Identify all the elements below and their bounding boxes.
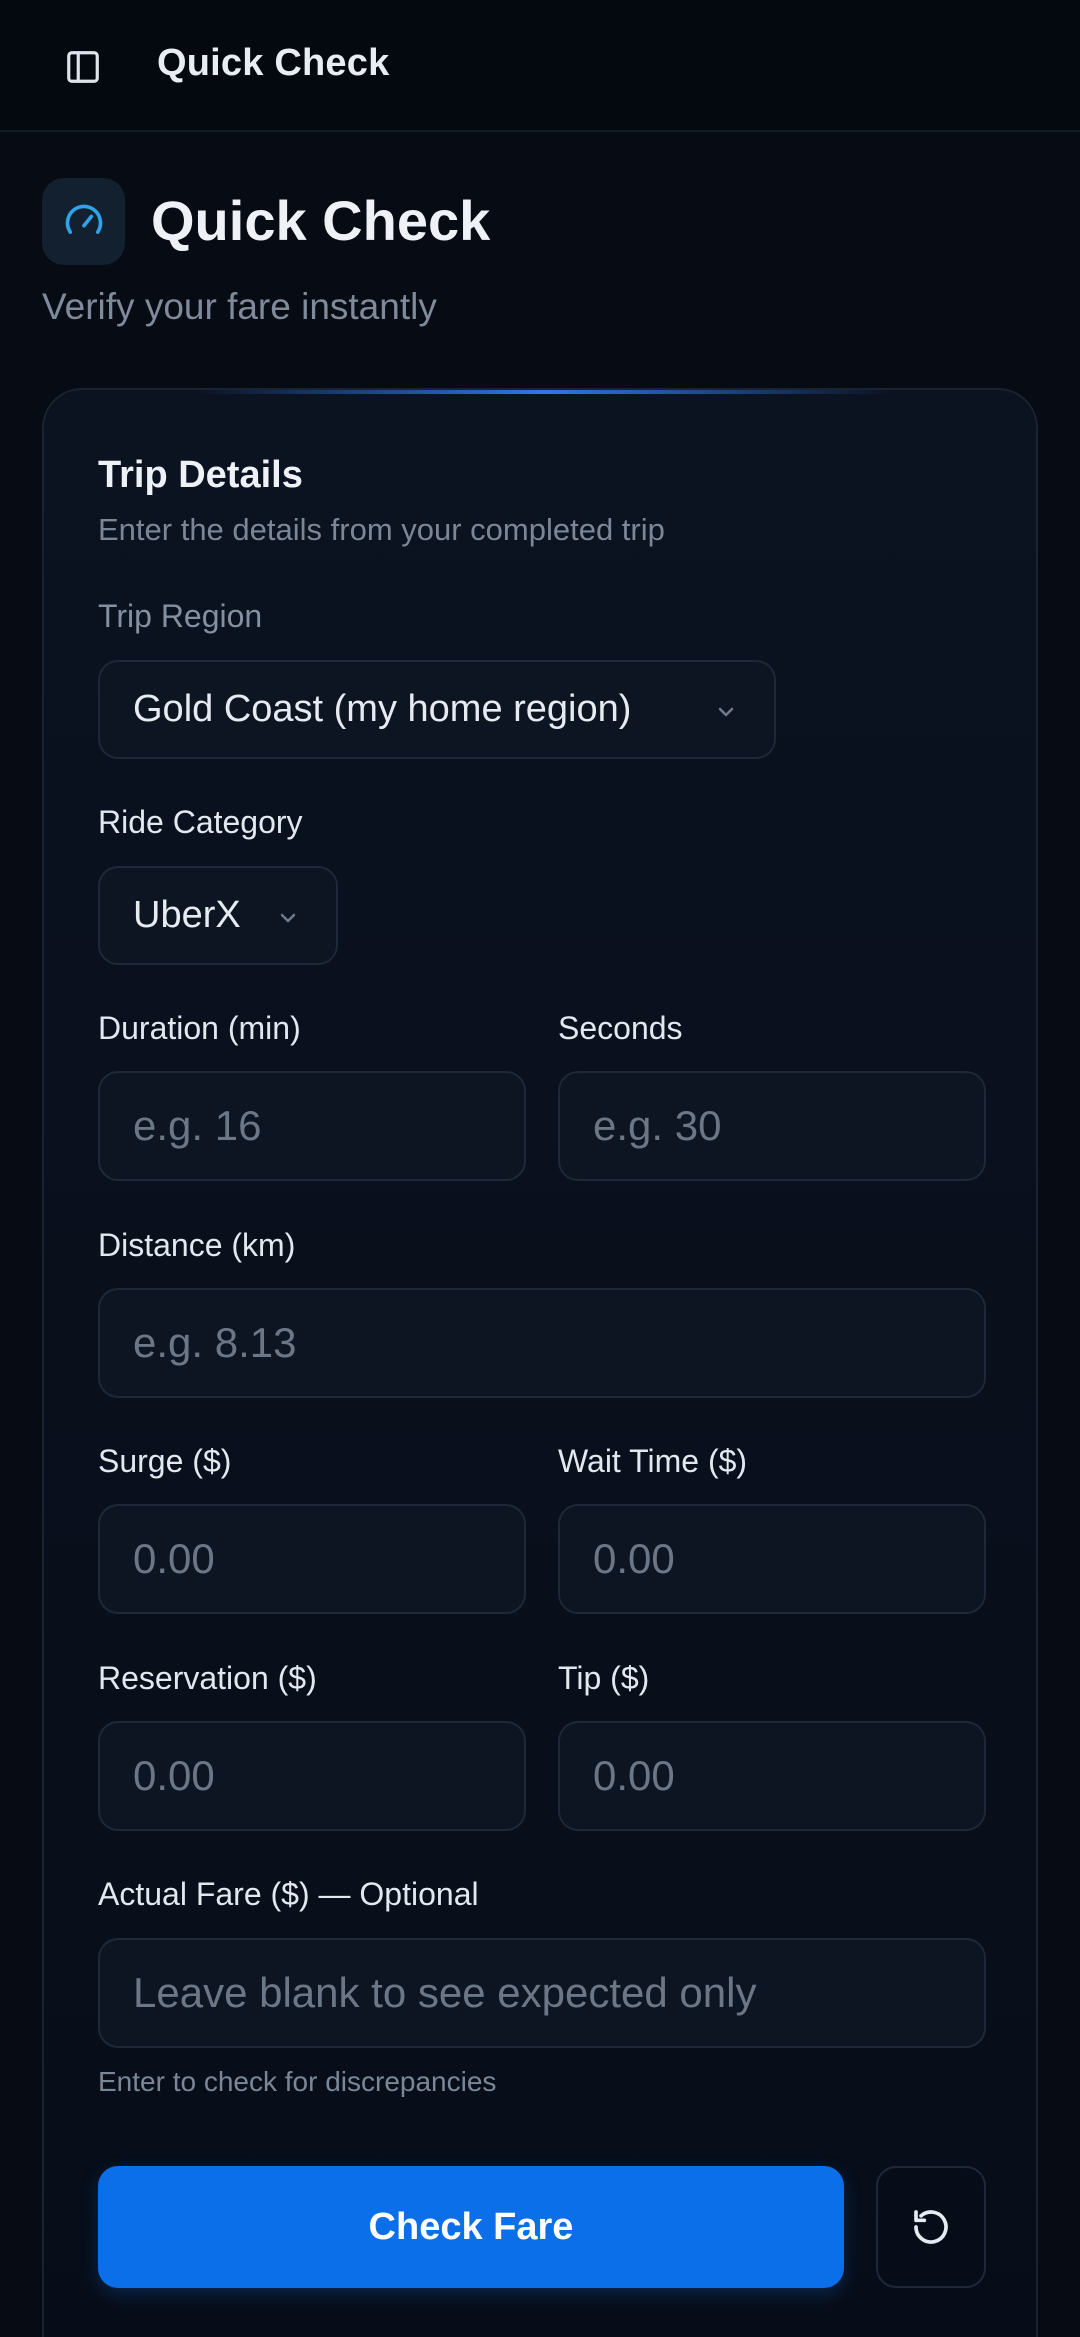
ride-category-label: Ride Category (98, 804, 303, 840)
ride-category-value: UberX (133, 894, 241, 936)
distance-input[interactable] (98, 1288, 986, 1398)
distance-label: Distance (km) (98, 1227, 296, 1263)
check-fare-button[interactable]: Check Fare (98, 2166, 844, 2288)
page: Quick Check Quick Check Verify your fare… (0, 0, 1080, 2337)
card-accent-glow (194, 390, 894, 394)
seconds-label: Seconds (558, 1010, 683, 1046)
trip-region-value: Gold Coast (my home region) (133, 688, 632, 730)
trip-details-card: Trip Details Enter the details from your… (42, 388, 1038, 2337)
sidebar-toggle-button[interactable] (60, 44, 106, 90)
wait-time-label: Wait Time ($) (558, 1443, 748, 1479)
reservation-label: Reservation ($) (98, 1660, 317, 1696)
ride-category-select[interactable]: UberX (98, 866, 338, 965)
reservation-input[interactable] (98, 1721, 526, 1831)
card-subtitle: Enter the details from your completed tr… (98, 512, 665, 547)
speedometer-icon (65, 204, 102, 234)
page-subtitle: Verify your fare instantly (42, 286, 437, 327)
tip-input[interactable] (558, 1721, 986, 1831)
actual-fare-input[interactable] (98, 1938, 986, 2048)
actual-fare-hint: Enter to check for discrepancies (98, 2066, 497, 2097)
header-icon-badge (42, 178, 125, 265)
duration-label: Duration (min) (98, 1010, 301, 1046)
sidebar-toggle-icon (67, 51, 99, 83)
wait-time-input[interactable] (558, 1504, 986, 1614)
top-bar: Quick Check (0, 0, 1080, 132)
trip-region-select[interactable]: Gold Coast (my home region) (98, 660, 776, 759)
actual-fare-label: Actual Fare ($) — Optional (98, 1876, 479, 1912)
trip-region-label: Trip Region (98, 598, 263, 634)
surge-input[interactable] (98, 1504, 526, 1614)
chevron-down-icon (718, 707, 734, 717)
page-title: Quick Check (151, 189, 491, 252)
tip-label: Tip ($) (558, 1660, 650, 1696)
surge-label: Surge ($) (98, 1443, 232, 1479)
seconds-input[interactable] (558, 1071, 986, 1181)
reset-button[interactable] (876, 2166, 986, 2288)
chevron-down-icon (280, 913, 296, 923)
duration-input[interactable] (98, 1071, 526, 1181)
reset-icon (914, 2210, 948, 2244)
card-title: Trip Details (98, 454, 303, 496)
topbar-title: Quick Check (157, 42, 390, 84)
